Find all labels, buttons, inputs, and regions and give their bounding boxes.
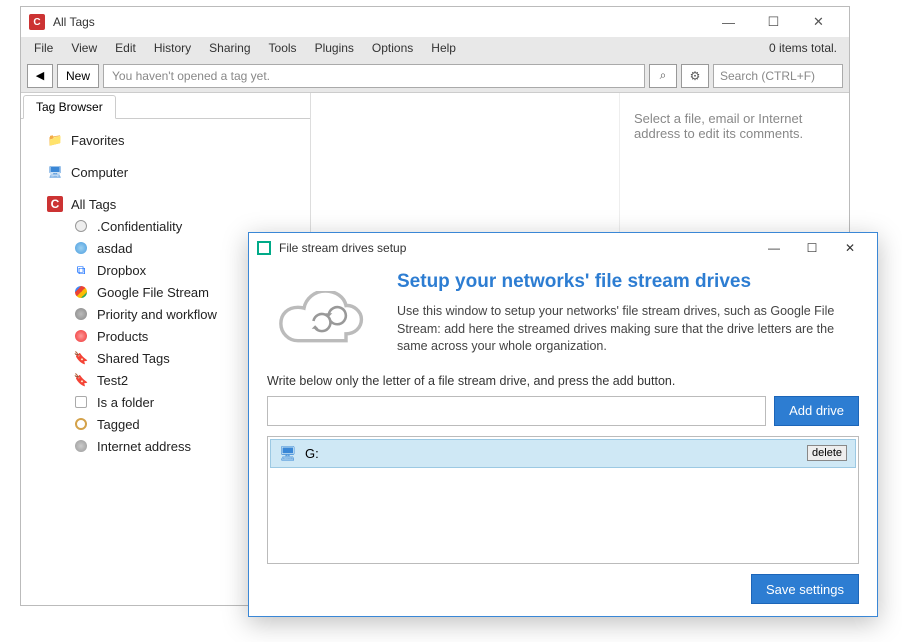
minimize-button[interactable]: ― (706, 8, 751, 36)
tab-tag-browser[interactable]: Tag Browser (23, 95, 116, 119)
back-button[interactable]: ◀ (27, 64, 53, 88)
dialog-instruction: Write below only the letter of a file st… (267, 374, 859, 388)
tag-input[interactable]: You haven't opened a tag yet. (103, 64, 645, 88)
google-icon (73, 284, 89, 300)
new-button[interactable]: New (57, 64, 99, 88)
save-settings-button[interactable]: Save settings (751, 574, 859, 604)
node-favorites[interactable]: 📁 Favorites (25, 129, 306, 151)
node-label: Priority and workflow (97, 307, 217, 322)
node-label: Internet address (97, 439, 191, 454)
box-icon (73, 394, 89, 410)
node-label: Products (97, 329, 148, 344)
node-label: Shared Tags (97, 351, 170, 366)
dot-icon (73, 218, 89, 234)
menu-options[interactable]: Options (363, 39, 422, 57)
window-title: All Tags (53, 15, 706, 29)
dialog-titlebar: File stream drives setup ― ☐ ✕ (249, 233, 877, 263)
node-computer[interactable]: 🖥 Computer (25, 161, 306, 183)
sidebar-tabs: Tag Browser (21, 93, 310, 119)
gray-dot-icon (73, 306, 89, 322)
close-button[interactable]: ✕ (796, 8, 841, 36)
node-all-tags[interactable]: C All Tags (25, 193, 306, 215)
drive-label: G: (305, 446, 799, 461)
menu-tools[interactable]: Tools (260, 39, 306, 57)
search-input[interactable]: Search (CTRL+F) (713, 64, 843, 88)
add-drive-button[interactable]: Add drive (774, 396, 859, 426)
toolbar: ◀ New You haven't opened a tag yet. ⌕ ⚙ … (21, 59, 849, 93)
dialog-title: File stream drives setup (279, 241, 755, 255)
tag-icon: 🔖 (73, 350, 89, 366)
drive-letter-input[interactable] (267, 396, 766, 426)
menu-plugins[interactable]: Plugins (306, 39, 363, 57)
dialog-intro-text: Setup your networks' file stream drives … (397, 271, 859, 356)
menubar: File View Edit History Sharing Tools Plu… (21, 37, 849, 59)
dialog-app-icon (257, 241, 271, 255)
main-titlebar: C All Tags ― ☐ ✕ (21, 7, 849, 37)
cloud-sync-icon (267, 271, 377, 356)
node-label: Test2 (97, 373, 128, 388)
delete-drive-button[interactable]: delete (807, 445, 847, 461)
blue-dot-icon (73, 240, 89, 256)
node-label: .Confidentiality (97, 219, 182, 234)
menu-sharing[interactable]: Sharing (200, 39, 259, 57)
menu-file[interactable]: File (25, 39, 62, 57)
dropbox-icon: ⧉ (73, 262, 89, 278)
search-icon[interactable]: ⌕ (649, 64, 677, 88)
gear-icon[interactable]: ⚙ (681, 64, 709, 88)
file-stream-dialog: File stream drives setup ― ☐ ✕ Setup you… (248, 232, 878, 617)
menu-help[interactable]: Help (422, 39, 465, 57)
app-icon: C (29, 14, 45, 30)
app-tag-icon: C (47, 196, 63, 212)
add-drive-row: Add drive (267, 396, 859, 426)
menu-edit[interactable]: Edit (106, 39, 145, 57)
folder-icon: 📁 (47, 132, 63, 148)
drive-icon: 🖥 (279, 445, 297, 462)
maximize-button[interactable]: ☐ (751, 8, 796, 36)
dialog-close-button[interactable]: ✕ (831, 235, 869, 261)
menu-history[interactable]: History (145, 39, 200, 57)
dialog-heading: Setup your networks' file stream drives (397, 271, 859, 293)
node-label: Dropbox (97, 263, 146, 278)
node-label: Tagged (97, 417, 140, 432)
computer-icon: 🖥 (47, 164, 63, 180)
node-label: All Tags (71, 197, 116, 212)
red-dot-icon (73, 328, 89, 344)
right-hint-text: Select a file, email or Internet address… (634, 111, 803, 141)
node-label: asdad (97, 241, 132, 256)
node-label: Google File Stream (97, 285, 209, 300)
dialog-minimize-button[interactable]: ― (755, 235, 793, 261)
drive-list: 🖥 G: delete (267, 436, 859, 565)
node-label: Favorites (71, 133, 124, 148)
dialog-maximize-button[interactable]: ☐ (793, 235, 831, 261)
dialog-footer: Save settings (267, 564, 859, 604)
globe-icon (73, 438, 89, 454)
dialog-body: Setup your networks' file stream drives … (249, 263, 877, 616)
node-label: Is a folder (97, 395, 154, 410)
dialog-intro: Setup your networks' file stream drives … (267, 271, 859, 356)
status-text: 0 items total. (769, 41, 845, 55)
drive-item[interactable]: 🖥 G: delete (270, 439, 856, 468)
tag-icon: 🔖 (73, 372, 89, 388)
dialog-description: Use this window to setup your networks' … (397, 303, 859, 356)
menu-view[interactable]: View (62, 39, 106, 57)
target-icon (73, 416, 89, 432)
node-label: Computer (71, 165, 128, 180)
